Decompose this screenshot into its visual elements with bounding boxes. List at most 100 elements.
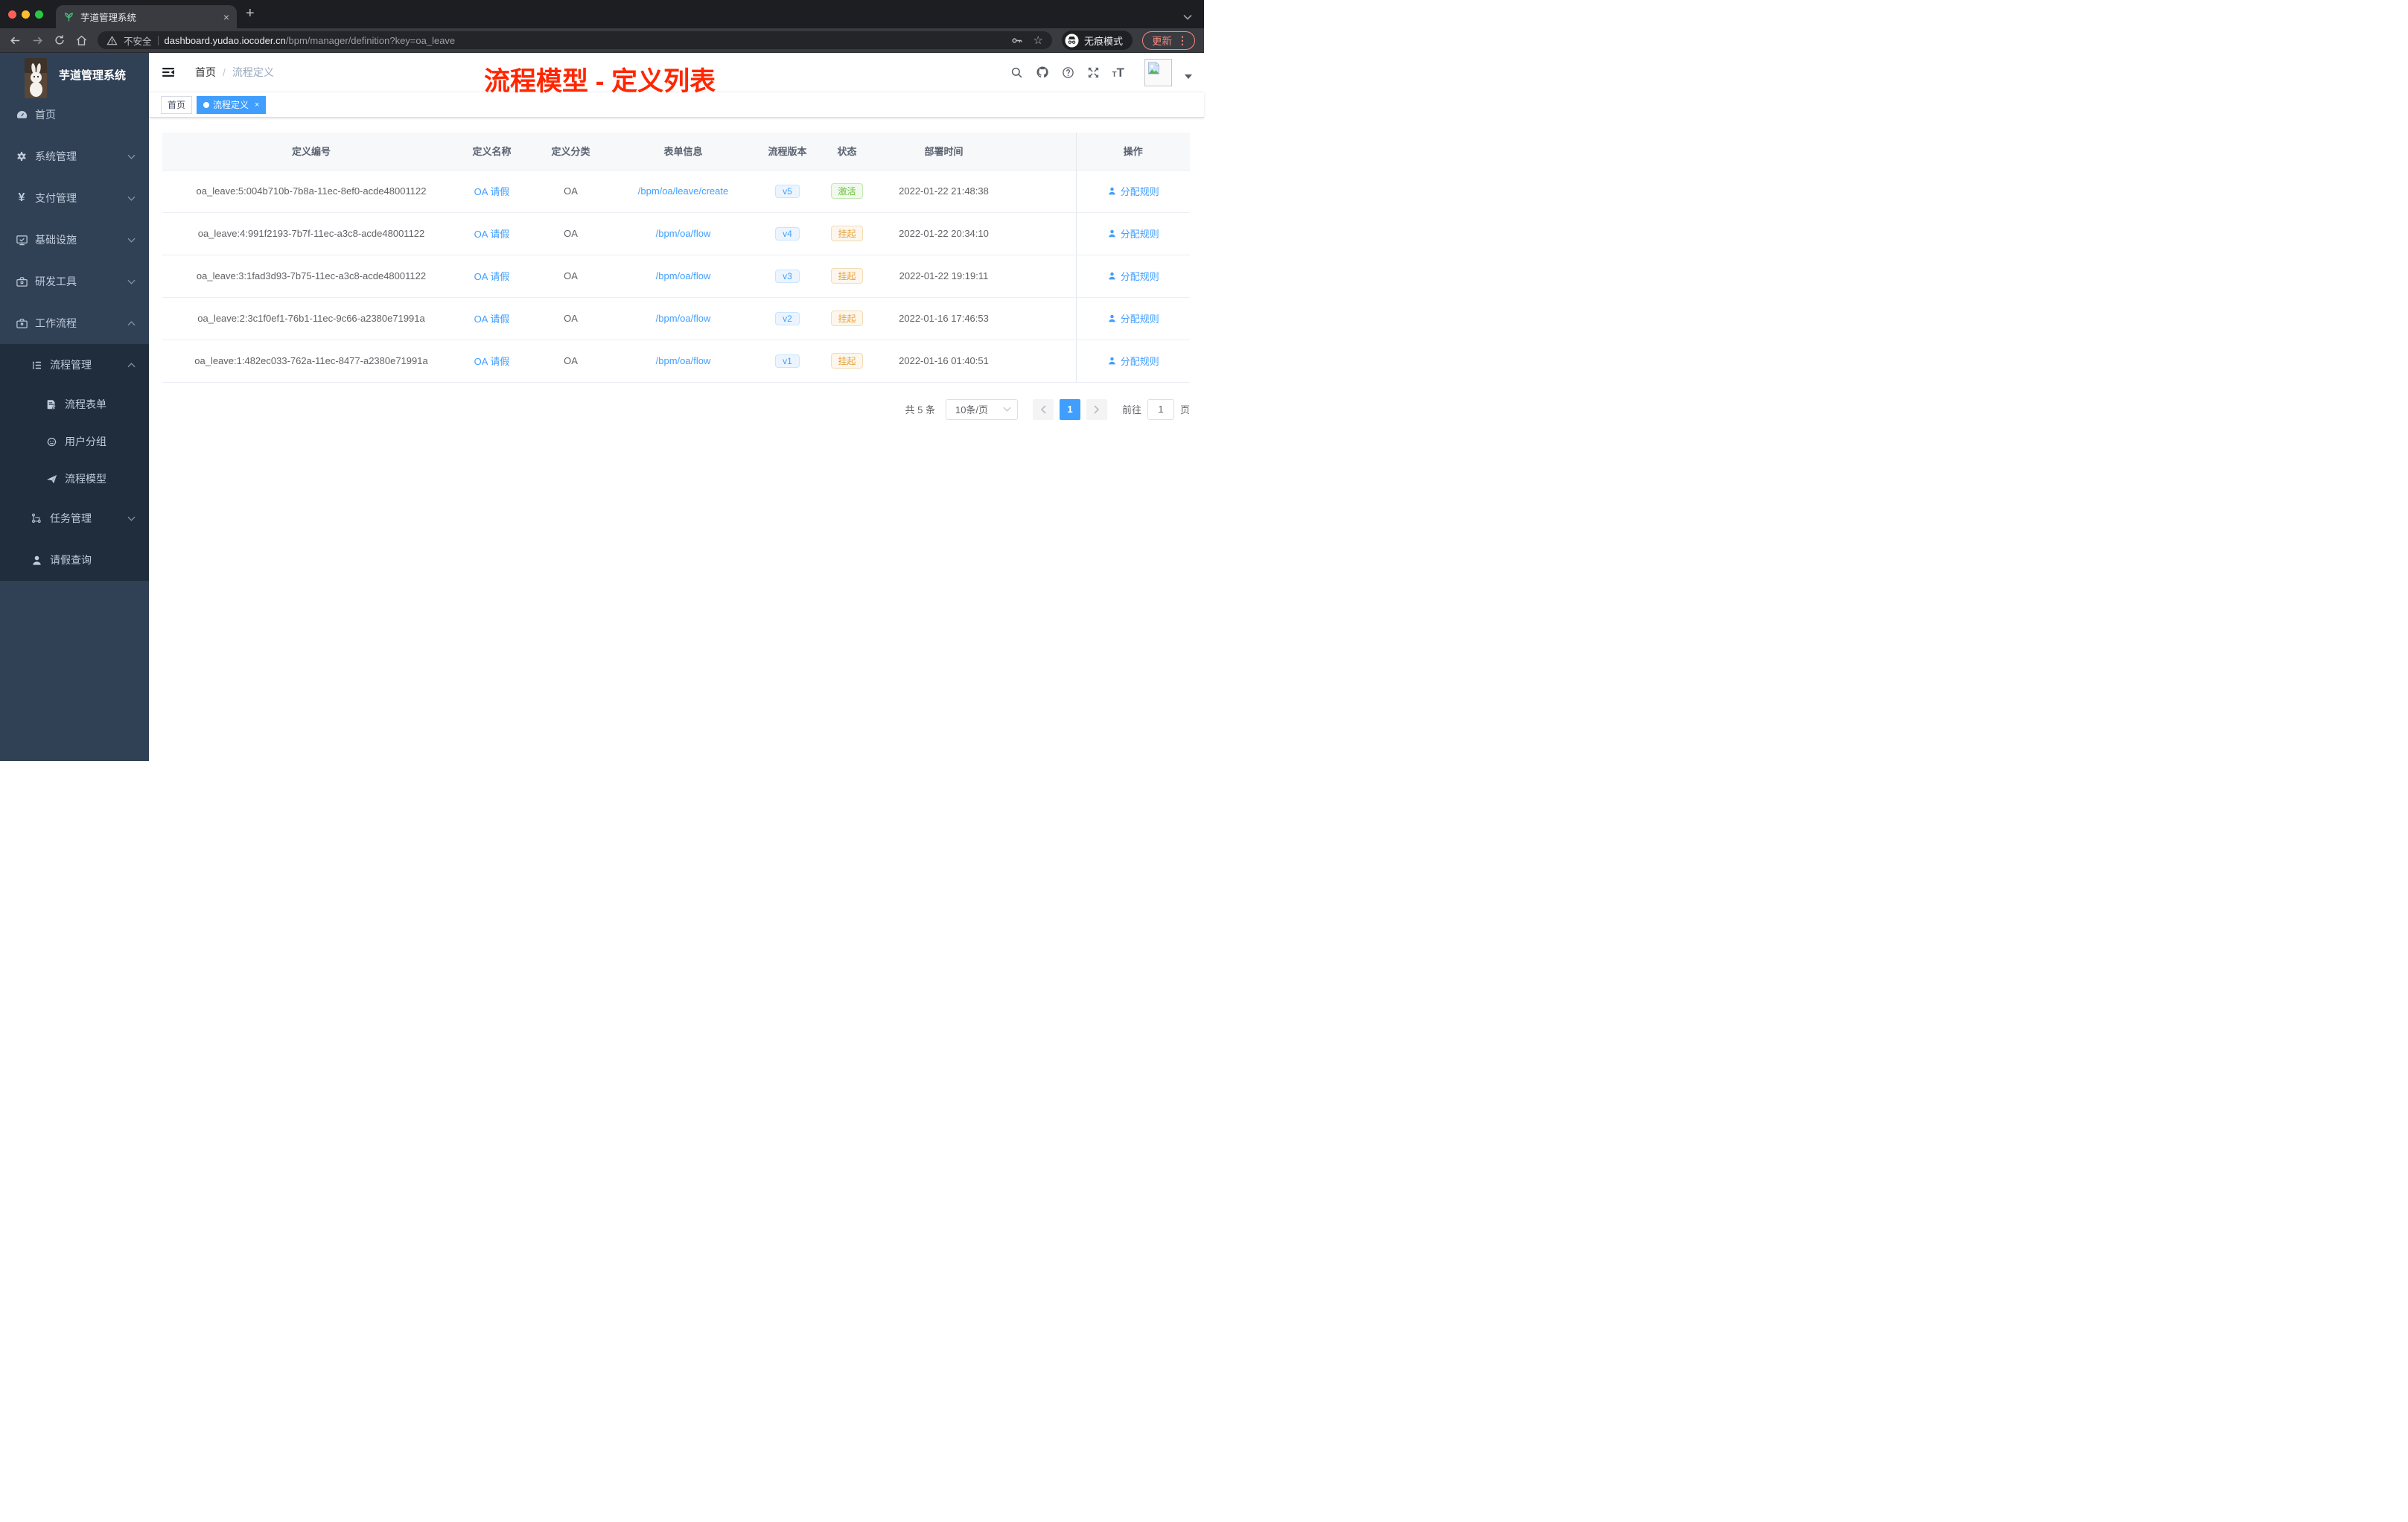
chevron-up-icon xyxy=(127,320,136,326)
sidebar-item-process-model[interactable]: 流程模型 xyxy=(0,460,149,497)
sidebar-item-home[interactable]: 首页 xyxy=(0,94,149,136)
sidebar-item-task-mgmt[interactable]: 任务管理 xyxy=(0,497,149,539)
status-badge: 挂起 xyxy=(831,226,863,241)
browser-tab[interactable]: 芋道管理系统 × xyxy=(56,5,237,28)
sidebar-item-label: 工作流程 xyxy=(35,317,77,329)
tab-search-chevron-icon[interactable] xyxy=(1183,10,1192,24)
reload-icon[interactable] xyxy=(54,34,66,46)
assign-rule-link[interactable]: 分配规则 xyxy=(1107,184,1159,198)
sidebar-item-process-mgmt[interactable]: 流程管理 xyxy=(0,344,149,386)
forward-icon[interactable] xyxy=(31,34,44,47)
form-icon xyxy=(45,398,58,410)
fullscreen-icon[interactable] xyxy=(1087,66,1100,79)
definition-category: OA xyxy=(523,340,618,383)
toolbox-icon xyxy=(15,276,28,288)
flow-icon xyxy=(30,512,43,524)
form-link[interactable]: /bpm/oa/flow xyxy=(656,270,711,281)
assign-rule-label: 分配规则 xyxy=(1120,229,1159,240)
total-count: 共 5 条 xyxy=(905,404,935,415)
github-icon[interactable] xyxy=(1036,66,1049,79)
new-tab-button[interactable]: + xyxy=(246,5,255,22)
tab-close-icon[interactable]: × xyxy=(223,12,229,22)
help-icon[interactable] xyxy=(1062,66,1074,79)
version-tag: v1 xyxy=(775,354,800,368)
next-page-button[interactable] xyxy=(1086,398,1107,420)
assign-rule-link[interactable]: 分配规则 xyxy=(1107,354,1159,368)
chevron-down-icon xyxy=(127,516,136,521)
form-link[interactable]: /bpm/oa/leave/create xyxy=(638,185,728,197)
tag-home[interactable]: 首页 xyxy=(161,95,193,114)
table-row: oa_leave:1:482ec033-762a-11ec-8477-a2380… xyxy=(162,340,1190,383)
assign-rule-link[interactable]: 分配规则 xyxy=(1107,269,1159,283)
avatar-dropdown-caret-icon[interactable] xyxy=(1185,74,1192,79)
url-text[interactable]: dashboard.yudao.iocoder.cn/bpm/manager/d… xyxy=(165,35,456,46)
browser-menu-icon[interactable]: ⋮ xyxy=(1177,34,1188,47)
back-icon[interactable] xyxy=(9,34,22,47)
password-key-icon[interactable] xyxy=(1010,34,1023,47)
bookmark-star-icon[interactable]: ☆ xyxy=(1033,34,1043,47)
definition-category: OA xyxy=(523,255,618,298)
deploy-time: 2022-01-22 19:19:11 xyxy=(867,255,1020,298)
tag-process-definition[interactable]: 流程定义 × xyxy=(197,95,267,114)
user-group-icon xyxy=(45,436,58,448)
form-link[interactable]: /bpm/oa/flow xyxy=(656,313,711,324)
deploy-time: 2022-01-22 20:34:10 xyxy=(867,212,1020,255)
goto-page-input[interactable] xyxy=(1147,398,1174,420)
not-secure-warning-icon[interactable] xyxy=(106,35,118,46)
tag-close-icon[interactable]: × xyxy=(255,101,259,109)
tab-strip: 芋道管理系统 × + xyxy=(0,0,1204,28)
home-icon[interactable] xyxy=(75,34,88,47)
minimize-window-button[interactable] xyxy=(22,10,30,19)
chevron-left-icon xyxy=(1040,404,1046,414)
page-size-select[interactable]: 10条/页 xyxy=(945,398,1018,420)
sidebar-item-system[interactable]: 系统管理 xyxy=(0,136,149,177)
definition-name-link[interactable]: OA 请假 xyxy=(474,186,510,197)
sidebar-collapse-icon[interactable] xyxy=(161,65,176,80)
user-avatar[interactable] xyxy=(1144,58,1172,86)
prev-page-button[interactable] xyxy=(1032,398,1054,420)
sidebar-item-leave-query[interactable]: 请假查询 xyxy=(0,539,149,581)
form-link[interactable]: /bpm/oa/flow xyxy=(656,228,711,239)
assign-rule-link[interactable]: 分配规则 xyxy=(1107,311,1159,325)
definition-id: oa_leave:2:3c1f0ef1-76b1-11ec-9c66-a2380… xyxy=(162,297,460,340)
incognito-label: 无痕模式 xyxy=(1083,35,1123,47)
sidebar: 芋道管理系统 首页 系统管理 ¥ 支付管理 基础设施 研发工具 工作流程 流程管… xyxy=(0,53,149,761)
update-button[interactable]: 更新 ⋮ xyxy=(1142,31,1195,50)
sidebar-item-workflow[interactable]: 工作流程 xyxy=(0,302,149,344)
sidebar-item-payment[interactable]: ¥ 支付管理 xyxy=(0,177,149,219)
col-deploy-time: 部署时间 xyxy=(867,133,1020,171)
user-icon xyxy=(1108,357,1115,365)
sidebar-item-process-form[interactable]: 流程表单 xyxy=(0,386,149,423)
sidebar-item-infra[interactable]: 基础设施 xyxy=(0,219,149,261)
sidebar-item-user-group[interactable]: 用户分组 xyxy=(0,423,149,460)
sidebar-item-devtools[interactable]: 研发工具 xyxy=(0,261,149,302)
page-number-1[interactable]: 1 xyxy=(1059,398,1080,420)
version-tag: v2 xyxy=(775,311,800,325)
definition-name-link[interactable]: OA 请假 xyxy=(474,313,510,325)
assign-rule-link[interactable]: 分配规则 xyxy=(1107,226,1159,241)
zoom-window-button[interactable] xyxy=(35,10,43,19)
search-icon[interactable] xyxy=(1010,66,1023,79)
definition-name-link[interactable]: OA 请假 xyxy=(474,271,510,282)
form-link[interactable]: /bpm/oa/flow xyxy=(656,355,711,366)
definition-name-link[interactable]: OA 请假 xyxy=(474,356,510,367)
close-window-button[interactable] xyxy=(8,10,16,19)
col-process-version: 流程版本 xyxy=(748,133,826,171)
traffic-lights xyxy=(8,10,43,19)
workflow-submenu: 流程管理 流程表单 用户分组 流程模型 任务管理 请假查询 xyxy=(0,344,149,581)
font-size-icon[interactable]: TT xyxy=(1112,66,1125,79)
sidebar-logo[interactable]: 芋道管理系统 xyxy=(0,53,149,98)
url-host: dashboard.yudao.iocoder.cn xyxy=(164,34,286,46)
address-divider xyxy=(157,35,159,45)
col-definition-category: 定义分类 xyxy=(523,133,618,171)
definition-name-link[interactable]: OA 请假 xyxy=(474,229,510,240)
security-label[interactable]: 不安全 xyxy=(124,34,152,48)
breadcrumb-home[interactable]: 首页 xyxy=(195,65,216,80)
table-row: oa_leave:5:004b710b-7b8a-11ec-8ef0-acde4… xyxy=(162,170,1190,213)
update-label[interactable]: 更新 xyxy=(1152,33,1172,48)
assign-rule-label: 分配规则 xyxy=(1120,186,1159,197)
address-bar[interactable]: 不安全 dashboard.yudao.iocoder.cn/bpm/manag… xyxy=(98,31,1052,49)
user-icon xyxy=(1108,314,1115,322)
table-row: oa_leave:4:991f2193-7b7f-11ec-a3c8-acde4… xyxy=(162,212,1190,255)
incognito-icon xyxy=(1065,33,1079,48)
